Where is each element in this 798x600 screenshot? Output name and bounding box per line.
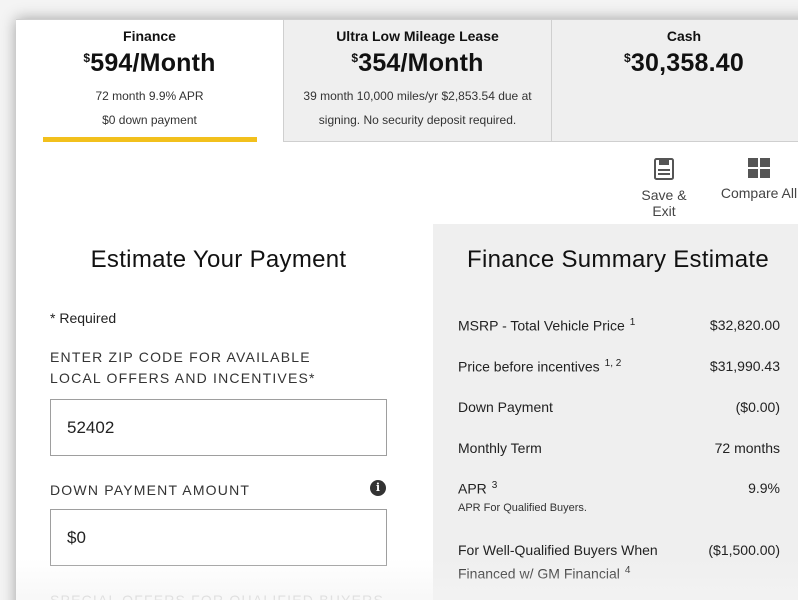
tab-lease-desc: 39 month 10,000 miles/yr $2,853.54 due a… — [303, 89, 532, 127]
save-exit-label: Save & Exit — [641, 187, 687, 219]
special-offers-label: SPECIAL OFFERS FOR QUALIFIED BUYERS — [50, 592, 384, 600]
zip-input[interactable] — [50, 399, 387, 456]
tab-lease-price: $354/Month — [351, 49, 484, 77]
finance-summary-panel: Finance Summary Estimate MSRP - Total Ve… — [433, 224, 798, 600]
grid-icon — [748, 158, 770, 178]
tab-lease[interactable]: Ultra Low Mileage Lease $354/Month 39 mo… — [284, 19, 552, 142]
info-icon[interactable]: i — [370, 480, 386, 496]
down-payment-label: DOWN PAYMENT AMOUNT — [50, 482, 251, 498]
payment-card: Finance $594/Month 72 month 9.9% APR $0 d… — [16, 19, 798, 600]
required-note: * Required — [50, 310, 117, 326]
floppy-disk-icon — [654, 158, 674, 180]
tab-finance-price: $594/Month — [83, 49, 216, 77]
payment-tabs: Finance $594/Month 72 month 9.9% APR $0 d… — [16, 19, 798, 142]
estimate-title: Estimate Your Payment — [90, 246, 347, 273]
tab-finance-desc: 72 month 9.9% APR $0 down payment — [95, 89, 204, 127]
tab-finance-name: Finance — [123, 28, 176, 44]
active-tab-indicator — [43, 137, 257, 142]
compare-all-button[interactable]: Compare All — [718, 158, 798, 201]
zip-label: ENTER ZIP CODE FOR AVAILABLE LOCAL OFFER… — [50, 349, 316, 386]
tab-cash[interactable]: Cash $30,358.40 — [552, 19, 798, 142]
tab-lease-name: Ultra Low Mileage Lease — [336, 28, 499, 44]
down-payment-input[interactable] — [50, 509, 387, 566]
tab-finance[interactable]: Finance $594/Month 72 month 9.9% APR $0 d… — [16, 19, 284, 142]
tab-cash-name: Cash — [666, 28, 702, 44]
summary-title: Finance Summary Estimate — [467, 246, 769, 273]
tab-cash-price: $30,358.40 — [624, 49, 744, 77]
save-exit-button[interactable]: Save & Exit — [628, 158, 700, 219]
compare-all-label: Compare All — [720, 185, 798, 201]
